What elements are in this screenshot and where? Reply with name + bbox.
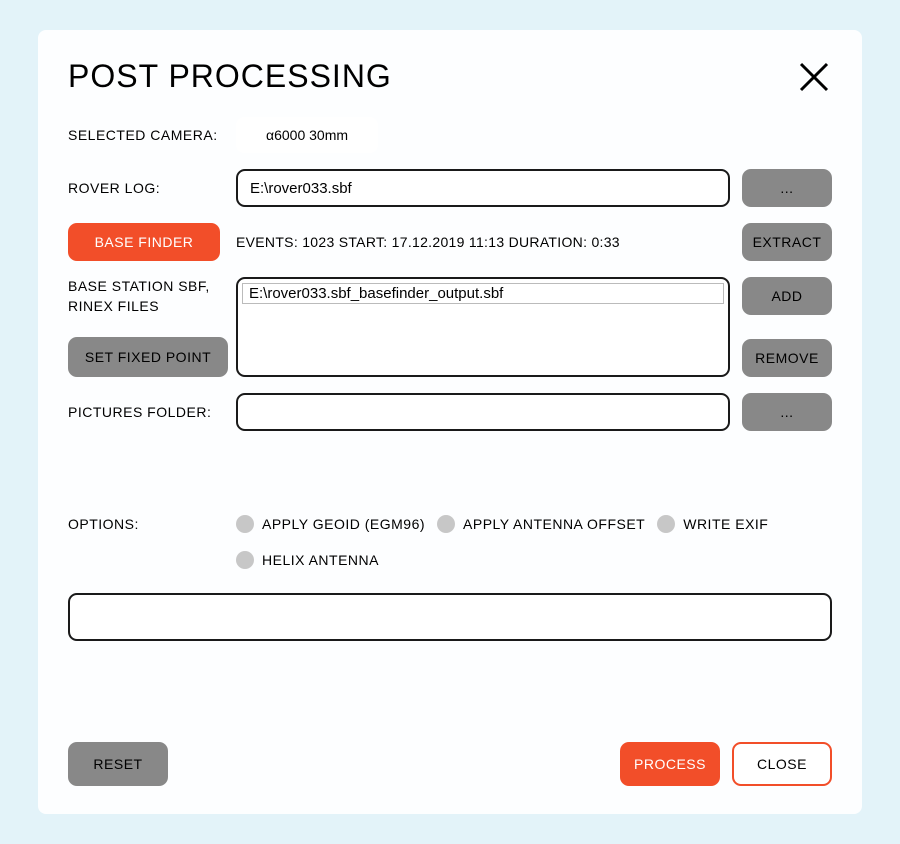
set-fixed-point-button[interactable]: SET FIXED POINT: [68, 337, 228, 377]
option-apply-antenna-offset[interactable]: APPLY ANTENNA OFFSET: [437, 515, 645, 533]
option-label: APPLY GEOID (EGM96): [262, 516, 425, 532]
base-station-right: ADD REMOVE: [742, 277, 832, 377]
list-item[interactable]: E:\rover033.sbf_basefinder_output.sbf: [242, 283, 724, 304]
option-label: APPLY ANTENNA OFFSET: [463, 516, 645, 532]
camera-row: SELECTED CAMERA: α6000 30mm: [68, 117, 832, 153]
remove-file-button[interactable]: REMOVE: [742, 339, 832, 377]
footer: RESET PROCESS CLOSE: [68, 742, 832, 786]
rover-log-browse-button[interactable]: ...: [742, 169, 832, 207]
pictures-label: PICTURES FOLDER:: [68, 404, 236, 420]
base-finder-button[interactable]: BASE FINDER: [68, 223, 220, 261]
options-label: OPTIONS:: [68, 516, 236, 532]
rover-log-input[interactable]: [236, 169, 730, 207]
option-label: WRITE EXIF: [683, 516, 768, 532]
base-station-file-list[interactable]: E:\rover033.sbf_basefinder_output.sbf: [236, 277, 730, 377]
camera-value[interactable]: α6000 30mm: [236, 117, 378, 153]
rover-log-info: EVENTS: 1023 START: 17.12.2019 11:13 DUR…: [220, 234, 730, 250]
option-apply-geoid[interactable]: APPLY GEOID (EGM96): [236, 515, 425, 533]
post-processing-panel: POST PROCESSING SELECTED CAMERA: α6000 3…: [38, 30, 862, 814]
close-icon[interactable]: [796, 59, 832, 95]
reset-button[interactable]: RESET: [68, 742, 168, 786]
header: POST PROCESSING: [68, 58, 832, 95]
pictures-row: PICTURES FOLDER: ...: [68, 393, 832, 431]
option-write-exif[interactable]: WRITE EXIF: [657, 515, 768, 533]
pictures-folder-input[interactable]: [236, 393, 730, 431]
close-button[interactable]: CLOSE: [732, 742, 832, 786]
page-title: POST PROCESSING: [68, 58, 392, 95]
options-group-2: HELIX ANTENNA: [236, 551, 832, 569]
rover-log-row: ROVER LOG: ...: [68, 169, 832, 207]
options-row-1: OPTIONS: APPLY GEOID (EGM96) APPLY ANTEN…: [68, 515, 832, 533]
pictures-browse-button[interactable]: ...: [742, 393, 832, 431]
checkbox-icon: [236, 551, 254, 569]
base-station-label: BASE STATION SBF, RINEX FILES: [68, 277, 236, 316]
base-station-left: BASE STATION SBF, RINEX FILES SET FIXED …: [68, 277, 236, 377]
options-group-1: APPLY GEOID (EGM96) APPLY ANTENNA OFFSET…: [236, 515, 832, 533]
base-station-row: BASE STATION SBF, RINEX FILES SET FIXED …: [68, 277, 832, 377]
add-file-button[interactable]: ADD: [742, 277, 832, 315]
footer-right: PROCESS CLOSE: [620, 742, 832, 786]
checkbox-icon: [236, 515, 254, 533]
options-row-2: HELIX ANTENNA: [68, 551, 832, 569]
camera-label: SELECTED CAMERA:: [68, 127, 236, 143]
checkbox-icon: [657, 515, 675, 533]
option-helix-antenna[interactable]: HELIX ANTENNA: [236, 551, 379, 569]
option-label: HELIX ANTENNA: [262, 552, 379, 568]
extract-button[interactable]: EXTRACT: [742, 223, 832, 261]
rover-log-label: ROVER LOG:: [68, 180, 236, 196]
process-button[interactable]: PROCESS: [620, 742, 720, 786]
checkbox-icon: [437, 515, 455, 533]
output-log-box[interactable]: [68, 593, 832, 641]
base-finder-row: BASE FINDER EVENTS: 1023 START: 17.12.20…: [68, 223, 832, 261]
